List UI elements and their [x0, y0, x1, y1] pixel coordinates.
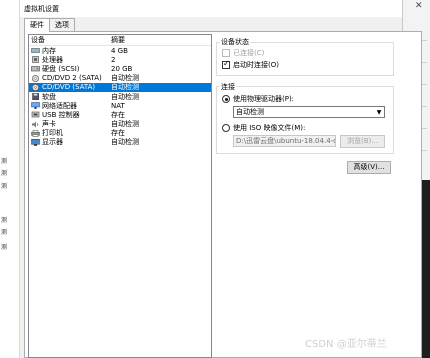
connected-label: 已连接(C) [233, 49, 265, 57]
tab-strip: 硬件 选项 [24, 18, 75, 32]
floppy-icon [31, 93, 40, 100]
device-name: CD/DVD 2 (SATA) [42, 74, 102, 83]
device-name-cell: CD/DVD 2 (SATA) [31, 74, 111, 82]
checkmark-icon: ✓ [223, 59, 230, 68]
chevron-down-icon: ▼ [376, 108, 382, 116]
device-list-row[interactable]: 显示器 自动检测 [29, 138, 211, 147]
radio-dot [222, 95, 230, 103]
use-physical-drive-label: 使用物理驱动器(P): [233, 95, 295, 103]
background-text: 测 [1, 158, 8, 165]
physical-drive-value: 自动检测 [236, 108, 264, 116]
iso-path-field[interactable]: D:\迅雷云盘\ubuntu-18.04.4-d ▼ [233, 135, 336, 147]
advanced-button[interactable]: 高级(V)... [347, 161, 391, 174]
background-text: 测 [1, 244, 8, 251]
connect-at-power-on-checkbox[interactable]: ✓ 启动时连接(O) [222, 59, 279, 70]
close-icon[interactable]: ✕ [415, 1, 423, 11]
device-list[interactable]: 设备 摘要 内存 4 GB 处理器 2 硬盘 (SCSI) 20 GB CD/DVD 2 (… [28, 34, 212, 358]
device-summary: 4 GB [111, 46, 128, 55]
device-summary: NAT [111, 101, 125, 110]
device-status-title: 设备状态 [220, 37, 250, 47]
background-text: 测 [1, 170, 8, 177]
use-iso-image-label: 使用 ISO 映像文件(M): [233, 124, 306, 132]
use-physical-drive-radio[interactable]: 使用物理驱动器(P): [222, 94, 294, 104]
device-name: 显示器 [42, 138, 63, 147]
connection-title: 连接 [220, 82, 236, 92]
memory-icon [31, 47, 40, 54]
use-iso-image-radio[interactable]: 使用 ISO 映像文件(M): [222, 123, 305, 133]
window-title: 虚拟机设置 [24, 4, 59, 13]
background-text: 测 [1, 217, 8, 224]
tab-options[interactable]: 选项 [49, 18, 75, 31]
checkbox-box [222, 49, 230, 57]
background-window-left: 测 测 测 测 测 测 [0, 0, 20, 358]
column-header-summary[interactable]: 摘要 [111, 35, 211, 45]
cd-dvd-icon [31, 74, 40, 82]
column-header-device[interactable]: 设备 [31, 35, 111, 45]
device-name-cell: CD/DVD (SATA) [31, 83, 111, 91]
background-text: 测 [1, 183, 8, 190]
device-name-cell: 显示器 [31, 137, 111, 147]
iso-path-value: D:\迅雷云盘\ubuntu-18.04.4-d [236, 137, 336, 145]
title-bar: 虚拟机设置 [20, 0, 402, 17]
cd-dvd-icon [31, 83, 40, 91]
physical-drive-select[interactable]: 自动检测 ▼ [233, 106, 385, 118]
tab-hardware[interactable]: 硬件 [24, 18, 50, 32]
radio-dot [222, 124, 230, 132]
device-summary: 自动检测 [111, 138, 139, 147]
watermark: CSDN @亚尔蒂兰 [305, 339, 387, 350]
checkbox-box: ✓ [222, 59, 230, 69]
printer-icon [31, 129, 40, 137]
usb-controller-icon [31, 111, 40, 118]
browse-button[interactable]: 浏览(B)... [340, 135, 385, 148]
device-name-cell: 硬盘 (SCSI) [31, 64, 111, 74]
network-adapter-icon [31, 102, 40, 110]
connect-at-power-on-label: 启动时连接(O) [233, 61, 279, 69]
device-summary: 20 GB [111, 64, 133, 73]
device-summary: 2 [111, 55, 116, 64]
device-name: 硬盘 (SCSI) [42, 64, 80, 73]
connected-checkbox[interactable]: 已连接(C) [222, 48, 264, 58]
display-icon [31, 139, 40, 146]
device-list-header: 设备 摘要 [29, 35, 211, 46]
device-name: CD/DVD (SATA) [42, 83, 96, 92]
device-summary: 自动检测 [111, 92, 139, 101]
vm-settings-dialog: 虚拟机设置 硬件 选项 设备 摘要 内存 4 GB 处理器 2 硬盘 (SCSI) 20 … [20, 0, 422, 358]
processor-icon [31, 56, 40, 64]
background-text: 测 [1, 229, 8, 236]
harddisk-icon [31, 65, 40, 72]
sound-card-icon [31, 121, 40, 128]
